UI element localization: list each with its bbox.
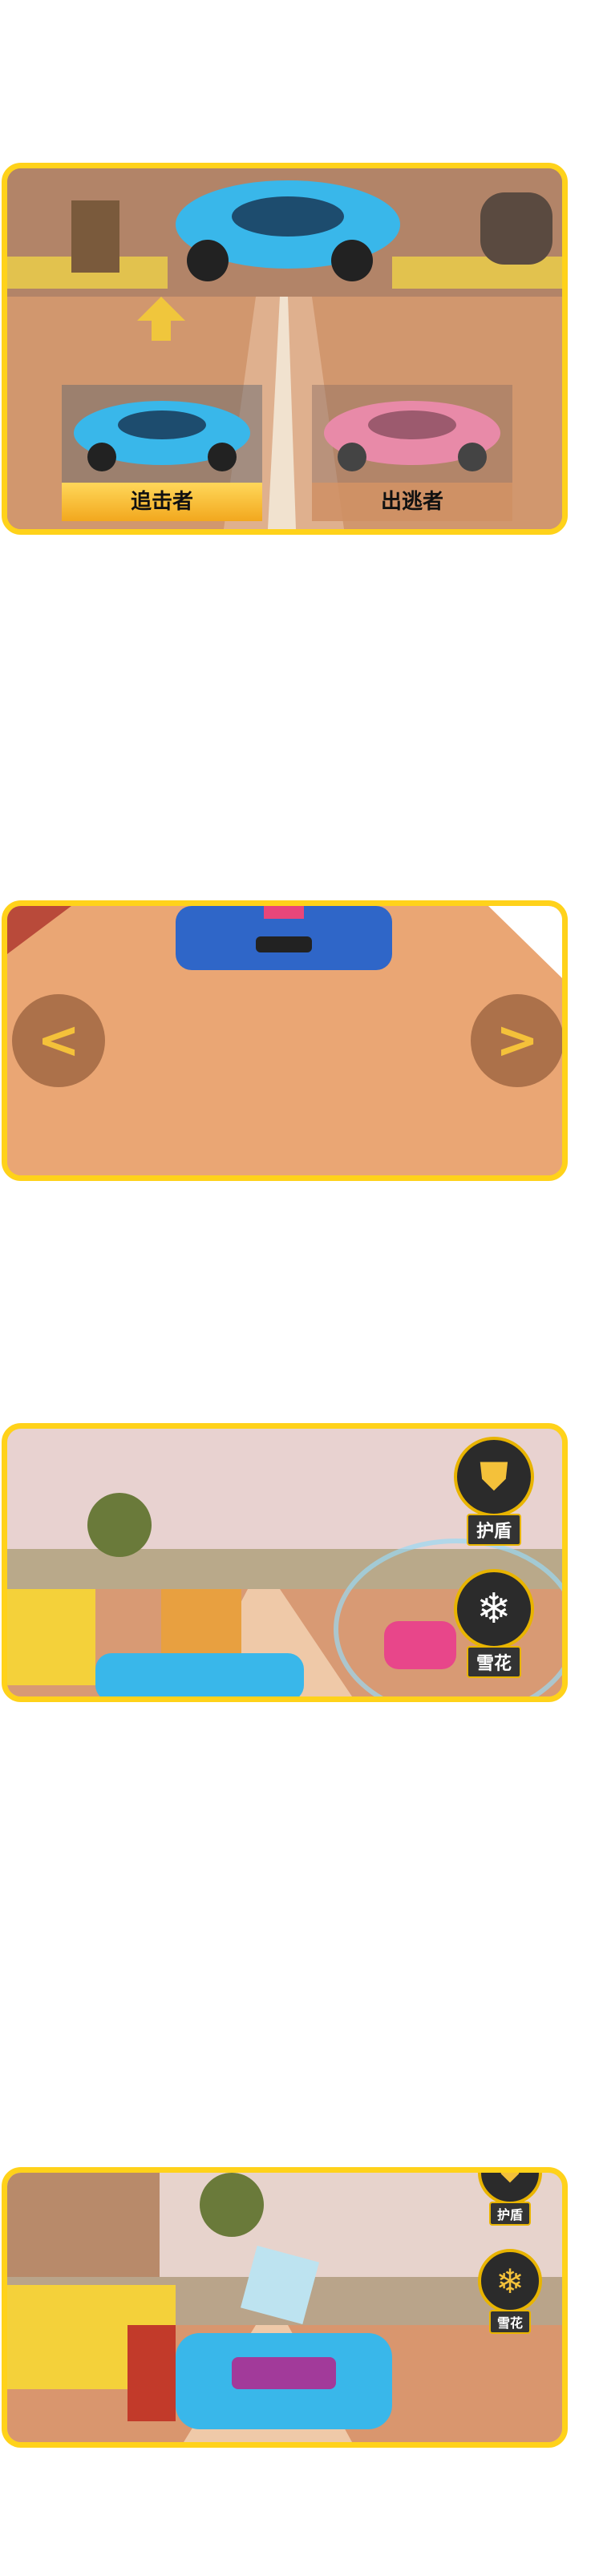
snowflake-icon: ❄ bbox=[476, 1585, 512, 1633]
ice-skills-panel: ⛊ 护盾 ❄ 雪花 bbox=[2, 2167, 568, 2448]
chaser-label[interactable]: 追击者 bbox=[62, 483, 262, 521]
steer-left-button[interactable]: < bbox=[12, 994, 105, 1087]
snowflake-skill-label: 雪花 bbox=[466, 1646, 521, 1678]
shield-icon: ⛊ bbox=[479, 1454, 508, 1499]
left-arrow-icon: < bbox=[37, 1011, 80, 1070]
steering-panel: < > bbox=[2, 900, 568, 1181]
right-arrow-icon: > bbox=[496, 1011, 539, 1070]
pink-car-icon bbox=[324, 401, 500, 471]
runner-label[interactable]: 出逃者 bbox=[312, 483, 512, 521]
runner-card[interactable]: 出逃者 bbox=[312, 385, 512, 521]
shield-icon: ⛊ bbox=[499, 2167, 521, 2189]
role-select-panel: 追击者 出逃者 bbox=[2, 163, 568, 535]
snowflake-skill[interactable]: ❄ 雪花 bbox=[466, 2249, 554, 2334]
chaser-card[interactable]: 追击者 bbox=[62, 385, 262, 521]
blue-car-rear bbox=[176, 2333, 392, 2429]
snowflake-skill[interactable]: ❄ 雪花 bbox=[450, 1569, 538, 1678]
shield-skill[interactable]: ⛊ 护盾 bbox=[466, 2167, 554, 2226]
blue-car-rear bbox=[176, 906, 392, 970]
steer-right-button[interactable]: > bbox=[471, 994, 562, 1087]
pink-car bbox=[384, 1621, 456, 1669]
shield-skill[interactable]: ⛊ 护盾 bbox=[450, 1437, 538, 1546]
shield-skill-label: 护盾 bbox=[466, 1514, 521, 1546]
skills-panel: ⛊ 护盾 ❄ 雪花 bbox=[2, 1423, 568, 1702]
snowflake-skill-label: 雪花 bbox=[488, 2310, 531, 2334]
snowflake-icon: ❄ bbox=[496, 2261, 524, 2301]
blue-car-hero bbox=[176, 180, 400, 281]
shield-skill-label: 护盾 bbox=[488, 2202, 531, 2226]
blue-car-rear bbox=[95, 1653, 304, 1696]
blue-car-icon bbox=[74, 401, 250, 471]
